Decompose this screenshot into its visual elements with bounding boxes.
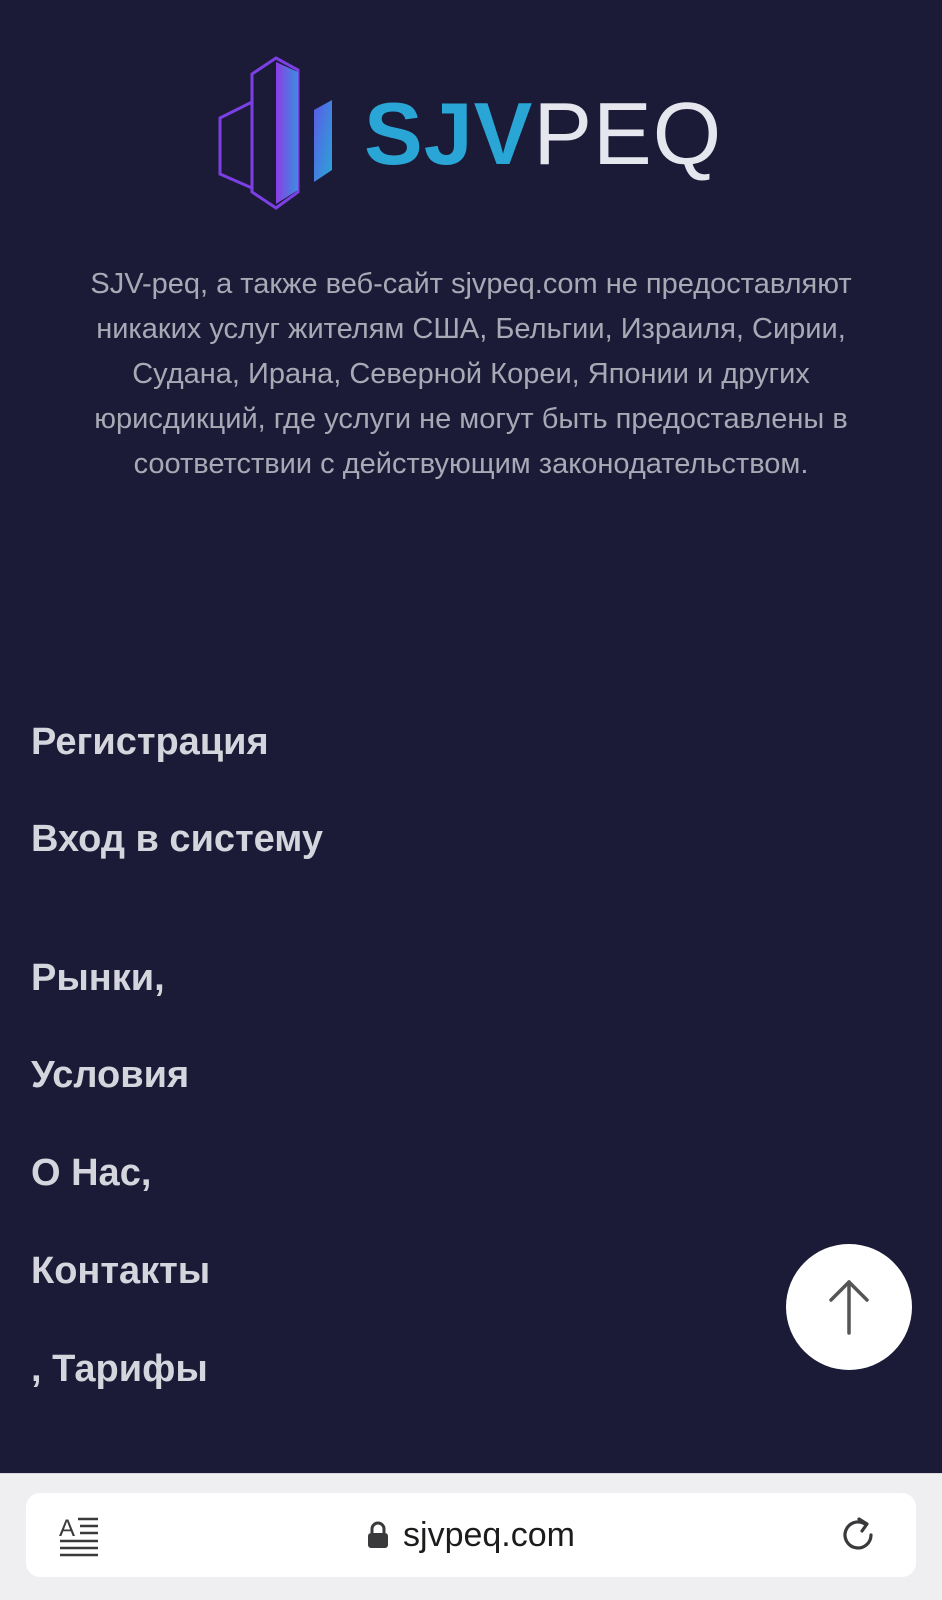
brand-logo[interactable]: SJVPEQ <box>218 56 721 216</box>
jurisdiction-disclaimer: SJV-peq, а также веб-сайт sjvpeq.com не … <box>90 268 852 480</box>
lock-icon <box>368 1521 389 1548</box>
about-link[interactable]: О Нас, <box>31 1150 151 1196</box>
pricing-link[interactable]: , Тарифы <box>31 1346 208 1392</box>
register-link[interactable]: Регистрация <box>31 719 269 765</box>
scroll-to-top-button[interactable] <box>786 1244 912 1370</box>
brand-name-rest: PEQ <box>533 84 723 183</box>
building-logo-icon <box>218 56 332 210</box>
terms-link[interactable]: Условия <box>31 1052 189 1098</box>
arrow-up-icon <box>829 1280 869 1335</box>
url-display[interactable]: sjvpeq.com <box>26 1493 916 1577</box>
url-text: sjvpeq.com <box>403 1516 575 1554</box>
reload-icon[interactable] <box>838 1515 878 1555</box>
brand-name: SJVPEQ <box>364 86 722 182</box>
login-link[interactable]: Вход в систему <box>31 816 323 862</box>
page: SJVPEQ SJV-peq, а также веб-сайт sjvpeq.… <box>0 0 942 1600</box>
brand-name-accent: SJV <box>364 84 534 183</box>
contacts-link[interactable]: Контакты <box>31 1248 210 1294</box>
address-bar[interactable]: A sjvpeq.com <box>26 1493 916 1577</box>
browser-toolbar: A sjvpeq.com <box>0 1473 942 1600</box>
markets-link[interactable]: Рынки, <box>31 955 165 1001</box>
